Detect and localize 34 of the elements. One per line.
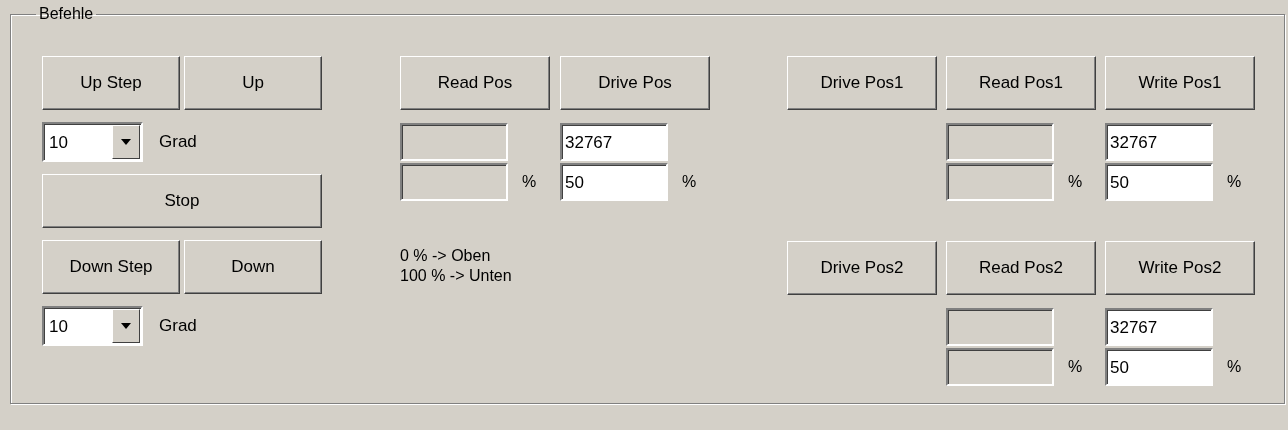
command-button[interactable]: Up: [184, 56, 322, 110]
command-button[interactable]: Read Pos1: [946, 56, 1096, 110]
dropdown-arrow-icon: [121, 323, 131, 329]
unit-label: %: [522, 173, 537, 191]
command-button[interactable]: Down Step: [42, 240, 180, 294]
command-button[interactable]: Down: [184, 240, 322, 294]
command-button[interactable]: Write Pos2: [1105, 241, 1255, 295]
unit-label: Grad: [159, 316, 197, 336]
input-field[interactable]: 50: [1105, 163, 1213, 201]
unit-label: %: [1068, 173, 1083, 191]
unit-label: %: [682, 173, 697, 191]
command-button[interactable]: Up Step: [42, 56, 180, 110]
unit-label: %: [1227, 173, 1242, 191]
note-text: 0 % -> Oben: [400, 246, 492, 266]
command-button[interactable]: Write Pos1: [1105, 56, 1255, 110]
input-field[interactable]: 32767: [560, 123, 668, 161]
command-button[interactable]: Drive Pos1: [787, 56, 937, 110]
input-field[interactable]: 50: [1105, 348, 1213, 386]
group-title: Befehle: [38, 4, 95, 24]
command-button[interactable]: Drive Pos: [560, 56, 710, 110]
input-field[interactable]: 32767: [1105, 308, 1213, 346]
dropdown-arrow-icon: [121, 139, 131, 145]
input-field[interactable]: 32767: [1105, 123, 1213, 161]
command-button[interactable]: Read Pos: [400, 56, 550, 110]
unit-label: Grad: [159, 132, 197, 152]
input-field[interactable]: 50: [560, 163, 668, 201]
command-button[interactable]: Drive Pos2: [787, 241, 937, 295]
step-dropdown[interactable]: 10: [42, 306, 143, 346]
command-button[interactable]: Read Pos2: [946, 241, 1096, 295]
unit-label: %: [1068, 358, 1083, 376]
unit-label: %: [1227, 358, 1242, 376]
note-text: 100 % -> Unten: [400, 266, 513, 286]
step-dropdown[interactable]: 10: [42, 122, 143, 162]
stop-button[interactable]: Stop: [42, 174, 322, 228]
